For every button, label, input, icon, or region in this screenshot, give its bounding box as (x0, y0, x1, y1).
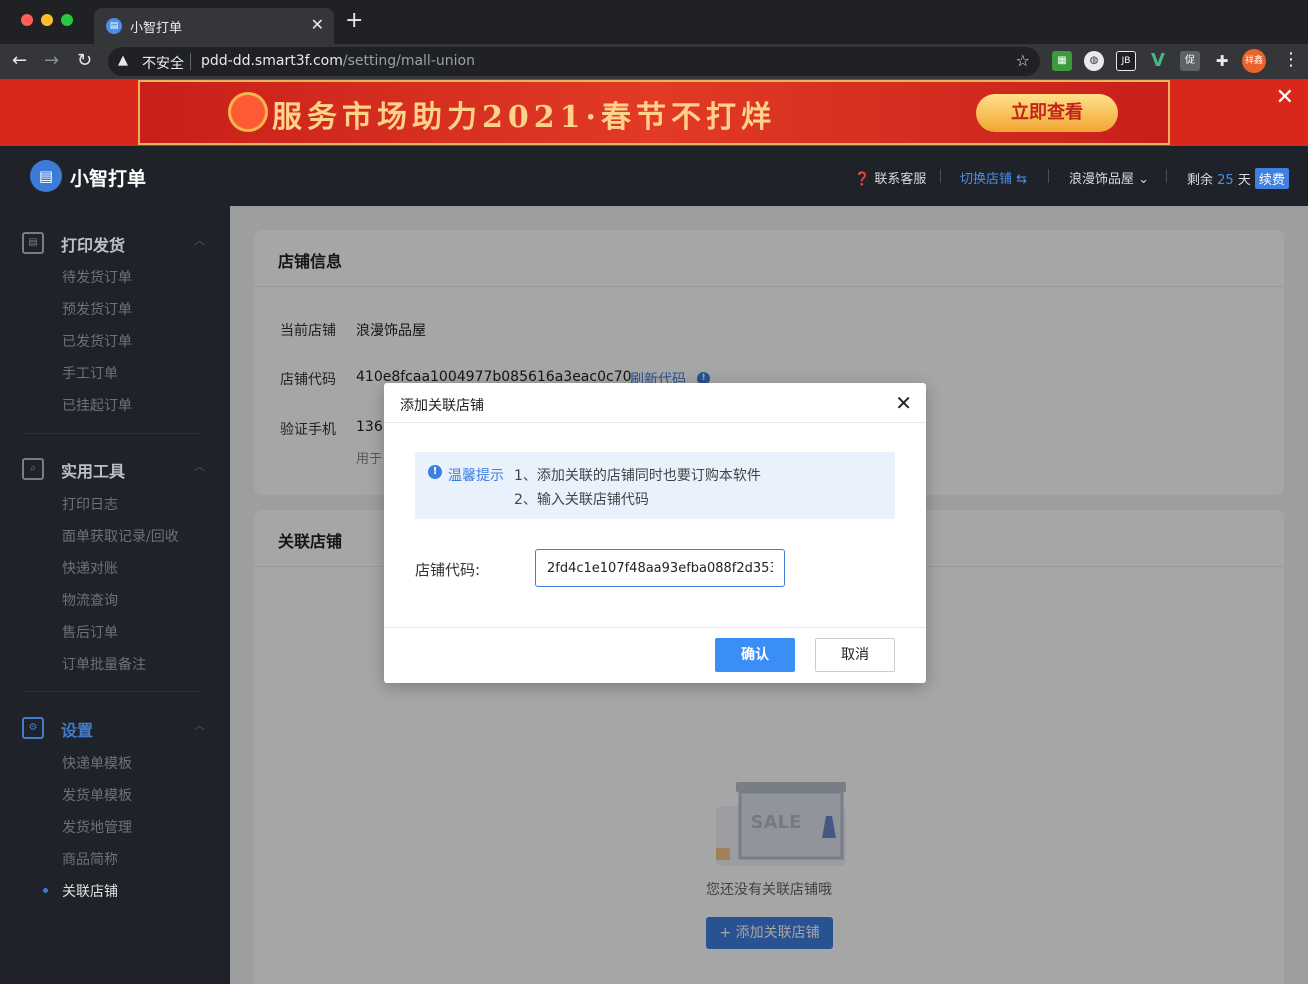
app-header: ▤ 小智打单 ❓ 联系客服 切换店铺 ⇆ 浪漫饰品屋 ⌄ 剩余 25 天续费 (0, 146, 1308, 206)
notice-box: ! 温馨提示 1、添加关联的店铺同时也要订购本软件 2、输入关联店铺代码 (415, 452, 895, 519)
dialog-divider (384, 422, 926, 423)
add-linked-shop-dialog: 添加关联店铺 ✕ ! 温馨提示 1、添加关联的店铺同时也要订购本软件 2、输入关… (384, 383, 926, 683)
warning-icon: ▲ (118, 53, 128, 68)
promo-banner: 服务市场助力2021·春节不打烊 立即查看 ✕ (0, 79, 1308, 146)
reload-icon[interactable]: ↻ (77, 50, 92, 72)
shop-dropdown[interactable]: 浪漫饰品屋 ⌄ (1069, 168, 1149, 187)
bookmark-star-icon[interactable]: ☆ (1016, 51, 1030, 70)
switch-shop-link[interactable]: 切换店铺 ⇆ (960, 168, 1027, 187)
forward-arrow-icon[interactable]: → (44, 50, 59, 72)
app-logo-icon: ▤ (30, 160, 62, 192)
tab-close-icon[interactable]: ✕ (311, 15, 324, 34)
insecure-label[interactable]: 不安全 (142, 53, 184, 73)
header-divider (940, 169, 941, 183)
printer-icon: ▤ (106, 18, 122, 34)
profile-avatar[interactable]: 祥鑫 (1242, 49, 1266, 73)
qr-icon[interactable]: ▦ (1052, 51, 1072, 71)
app-name: 小智打单 (70, 168, 147, 190)
modal-overlay-sidebar (0, 206, 230, 984)
promo-banner-text: 服务市场助力2021·春节不打烊 (272, 100, 776, 135)
swap-arrows-icon: ⇆ (1016, 172, 1028, 187)
notice-line: 2、输入关联店铺代码 (514, 492, 649, 508)
chevron-down-icon: ⌄ (1138, 172, 1150, 187)
puzzle-icon[interactable]: ✚ (1212, 51, 1232, 71)
url-separator (190, 53, 191, 70)
tab-title: 小智打单 (130, 21, 183, 36)
vue-icon[interactable]: V (1148, 51, 1168, 71)
shop-code-field-label: 店铺代码: (415, 561, 481, 579)
remain-suffix: 天 (1237, 173, 1251, 188)
shop-code-input[interactable] (535, 549, 785, 587)
back-arrow-icon[interactable]: ← (12, 50, 27, 72)
browser-menu-icon[interactable]: ⋮ (1282, 49, 1300, 70)
help-icon: ❓ (854, 172, 871, 187)
remain-days-value: 25 (1217, 173, 1234, 188)
info-icon: ! (428, 465, 442, 479)
lantern-icon (228, 92, 268, 132)
promo-icon[interactable]: 促 (1180, 51, 1200, 71)
window-close-button[interactable] (21, 14, 33, 26)
window-zoom-button[interactable] (61, 14, 73, 26)
support-link[interactable]: ❓ 联系客服 (854, 168, 926, 187)
url-host: pdd-dd.smart3f.com (201, 53, 343, 69)
url-text[interactable]: pdd-dd.smart3f.com/setting/mall-union (201, 53, 475, 69)
close-icon[interactable]: ✕ (895, 391, 912, 415)
browser-toolbar: ← → ↻ ▲ 不安全 pdd-dd.smart3f.com/setting/m… (0, 44, 1308, 79)
ext-globe-icon[interactable]: ◍ (1084, 51, 1104, 71)
cancel-button[interactable]: 取消 (815, 638, 895, 672)
remaining-days: 剩余 25 天续费 (1187, 168, 1289, 189)
dialog-divider (384, 627, 926, 628)
browser-tab[interactable]: ▤ 小智打单 ✕ (94, 8, 334, 44)
window-minimize-button[interactable] (41, 14, 53, 26)
header-divider (1048, 169, 1049, 183)
shop-name: 浪漫饰品屋 (1069, 172, 1135, 187)
notice-title: 温馨提示 (448, 468, 504, 484)
notice-line: 1、添加关联的店铺同时也要订购本软件 (514, 468, 761, 484)
support-label: 联系客服 (874, 172, 927, 187)
new-tab-button[interactable]: + (345, 10, 363, 32)
switch-shop-label: 切换店铺 (960, 172, 1013, 187)
remain-prefix: 剩余 (1187, 173, 1214, 188)
dialog-title: 添加关联店铺 (400, 398, 484, 414)
confirm-button[interactable]: 确认 (715, 638, 795, 672)
jetbrains-icon[interactable]: JB (1116, 51, 1136, 71)
header-divider (1166, 169, 1167, 183)
address-bar[interactable]: ▲ 不安全 pdd-dd.smart3f.com/setting/mall-un… (108, 47, 1040, 76)
browser-tab-bar: ▤ 小智打单 ✕ + (0, 0, 1308, 44)
banner-close-icon[interactable]: ✕ (1276, 85, 1294, 110)
url-path: /setting/mall-union (342, 53, 475, 69)
promo-view-button[interactable]: 立即查看 (976, 94, 1118, 132)
renew-button[interactable]: 续费 (1254, 168, 1289, 189)
promo-banner-frame[interactable]: 服务市场助力2021·春节不打烊 立即查看 (138, 80, 1170, 145)
